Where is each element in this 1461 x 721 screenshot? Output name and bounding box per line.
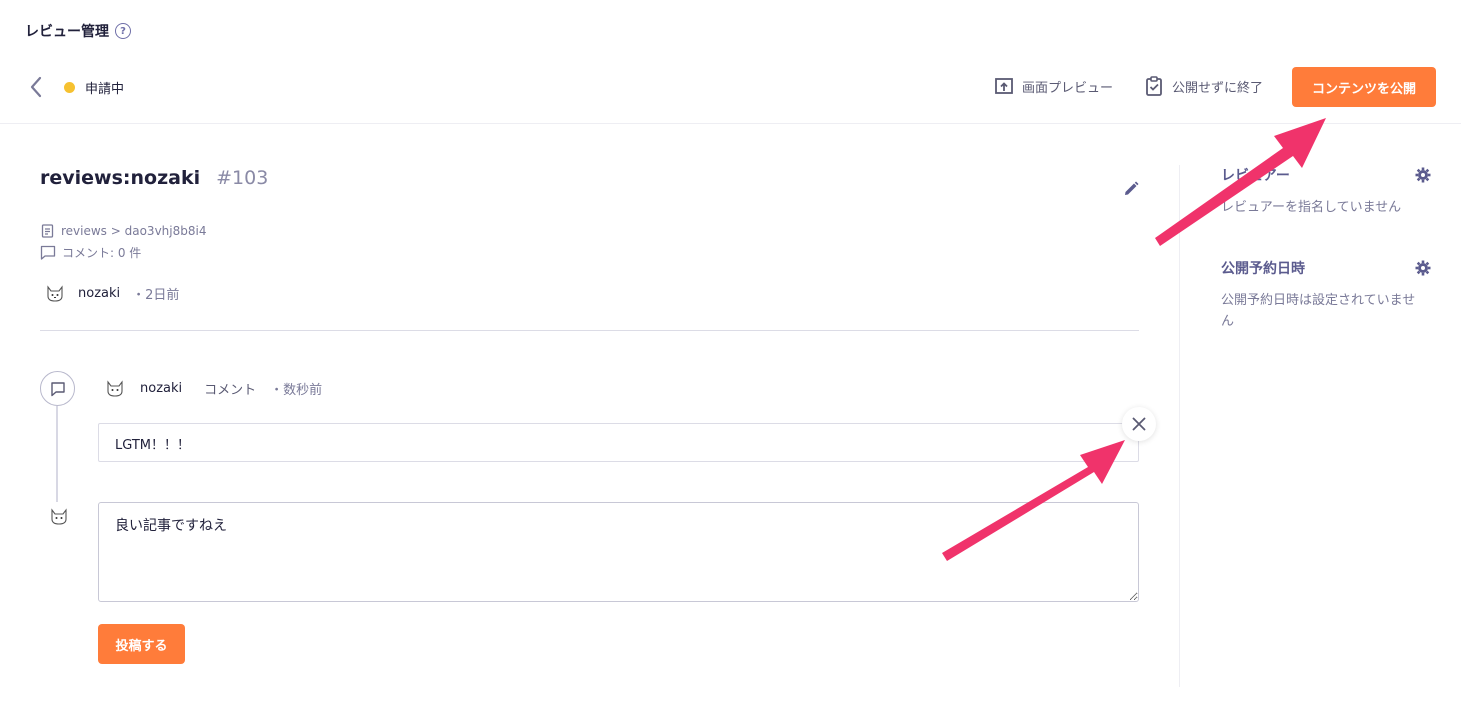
clipboard-icon — [41, 224, 54, 238]
timeline-comment-icon — [40, 371, 75, 406]
schedule-title: 公開予約日時 — [1221, 261, 1305, 277]
reviewers-gear-icon[interactable] — [1415, 167, 1431, 183]
publish-schedule-section: 公開予約日時 公開予約日時は設定されていません — [1221, 258, 1431, 332]
divider — [40, 330, 1139, 331]
preview-label: 画面プレビュー — [1022, 80, 1114, 96]
comment-kind: コメント — [204, 382, 257, 398]
page-title-bar: レビュー管理 ? — [25, 20, 131, 42]
cat-avatar-icon — [107, 380, 123, 397]
cat-avatar-icon — [47, 285, 63, 302]
post-comment-button[interactable]: 投稿する — [98, 624, 185, 664]
comment-icon — [40, 245, 56, 260]
close-icon — [1132, 417, 1146, 431]
content-path: reviews > dao3vhj8b8i4 — [40, 223, 206, 238]
help-icon[interactable]: ? — [115, 23, 131, 39]
back-button[interactable] — [24, 75, 48, 99]
page-title: レビュー管理 — [25, 24, 109, 40]
timeline-line — [56, 406, 58, 502]
reviewers-section: レビュアー レビュアーを指名していません — [1221, 165, 1431, 218]
comment-count-text: コメント: 0 件 — [62, 246, 142, 260]
content-title-row: reviews:nozaki #103 — [40, 167, 268, 189]
reviewers-text: レビュアーを指名していません — [1221, 200, 1402, 215]
publish-content-button[interactable]: コンテンツを公開 — [1292, 67, 1436, 107]
comment-body: LGTM！！！ — [98, 423, 1139, 462]
sidebar: レビュアー レビュアーを指名していません 公開予約日時 公開予約日時は設定されて… — [1179, 165, 1461, 687]
reply-textarea[interactable]: 良い記事ですねえ — [98, 502, 1139, 602]
cat-avatar-icon — [51, 508, 67, 525]
status-label: 申請中 — [85, 82, 125, 97]
comment-time: ・数秒前 — [270, 382, 323, 398]
comment-author: nozaki — [140, 380, 183, 396]
schedule-text: 公開予約日時は設定されていません — [1221, 293, 1416, 329]
schedule-gear-icon[interactable] — [1415, 260, 1431, 276]
preview-icon — [995, 78, 1013, 94]
content-title: reviews:nozaki — [40, 167, 201, 189]
exit-without-publishing-button[interactable]: 公開せずに終了 — [1144, 76, 1263, 96]
delete-comment-button[interactable] — [1122, 407, 1156, 441]
comment-header: nozaki コメント ・数秒前 — [104, 377, 322, 399]
exit-label: 公開せずに終了 — [1172, 80, 1264, 96]
reviewers-title: レビュアー — [1221, 168, 1290, 184]
content-time: ・2日前 — [132, 287, 180, 303]
comment-count: コメント: 0 件 — [40, 244, 141, 261]
content-author-row: nozaki ・2日前 — [44, 282, 179, 304]
preview-button[interactable]: 画面プレビュー — [994, 76, 1113, 96]
content-path-text[interactable]: reviews > dao3vhj8b8i4 — [61, 224, 206, 238]
content-id: #103 — [216, 167, 269, 189]
status-dot — [64, 82, 75, 93]
status-indicator: 申請中 — [64, 78, 124, 97]
content-author: nozaki — [78, 285, 121, 301]
chevron-left-icon — [30, 76, 42, 98]
header-bar: 申請中 画面プレビュー 公開せずに終了 コンテンツを公開 — [0, 60, 1461, 124]
pencil-icon[interactable] — [1122, 180, 1140, 198]
clipboard-check-icon — [1146, 76, 1162, 96]
